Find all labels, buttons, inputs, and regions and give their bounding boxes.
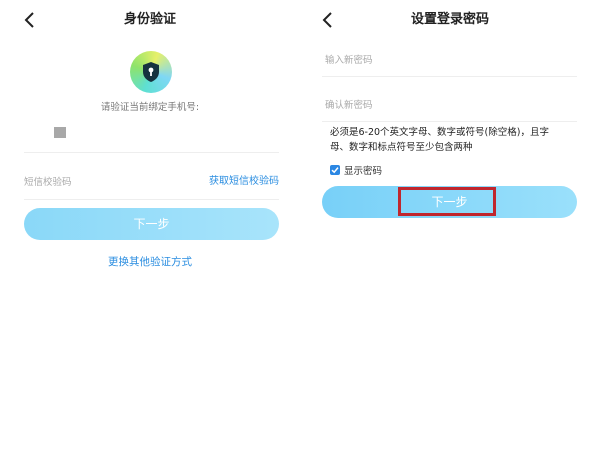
checkmark-icon: [331, 167, 339, 174]
password-rule-line-2: 母、数字和标点符号至少包含两种: [330, 142, 473, 153]
page-title: 身份验证: [123, 12, 176, 27]
back-button[interactable]: [22, 10, 40, 30]
sms-code-placeholder: 短信校验码: [24, 177, 72, 188]
back-arrow-icon: [22, 10, 40, 30]
password-rule-text: 必须是6-20个英文字母、数字或符号(除空格)，且字 母、数字和标点符号至少包含…: [330, 125, 575, 155]
sms-code-field[interactable]: 短信校验码 获取短信校验码: [24, 167, 279, 200]
bound-phone-number: [24, 118, 279, 153]
confirm-password-field[interactable]: 确认新密码: [322, 91, 577, 122]
verify-phone-hint: 请验证当前绑定手机号:: [100, 102, 200, 113]
set-login-password-screen: 设置登录密码 输入新密码 确认新密码 必须是6-20个英文字母、数字或符号(除空…: [300, 0, 600, 450]
shield-lock-icon: [130, 51, 172, 93]
next-button[interactable]: 下一步: [322, 186, 577, 218]
show-password-row: 显示密码: [330, 163, 382, 177]
back-arrow-icon: [320, 10, 338, 30]
back-button[interactable]: [320, 10, 338, 30]
new-password-placeholder: 输入新密码: [325, 55, 373, 66]
identity-verification-screen: 身份验证 请验证当前绑定手机号: 短信校验码 获取短信校验码 下一步 更换其他验…: [0, 0, 300, 450]
new-password-field[interactable]: 输入新密码: [322, 46, 577, 77]
confirm-password-placeholder: 确认新密码: [325, 100, 373, 111]
password-rule-line-1: 必须是6-20个英文字母、数字或符号(除空格)，且字: [330, 127, 549, 138]
show-password-checkbox[interactable]: [330, 165, 340, 175]
page-title: 设置登录密码: [410, 12, 489, 27]
switch-verification-method-link[interactable]: 更换其他验证方式: [0, 255, 300, 269]
masked-phone-placeholder: [54, 127, 66, 138]
next-button[interactable]: 下一步: [24, 208, 279, 240]
show-password-label: 显示密码: [344, 166, 383, 177]
get-sms-code-link[interactable]: 获取短信校验码: [209, 175, 279, 189]
